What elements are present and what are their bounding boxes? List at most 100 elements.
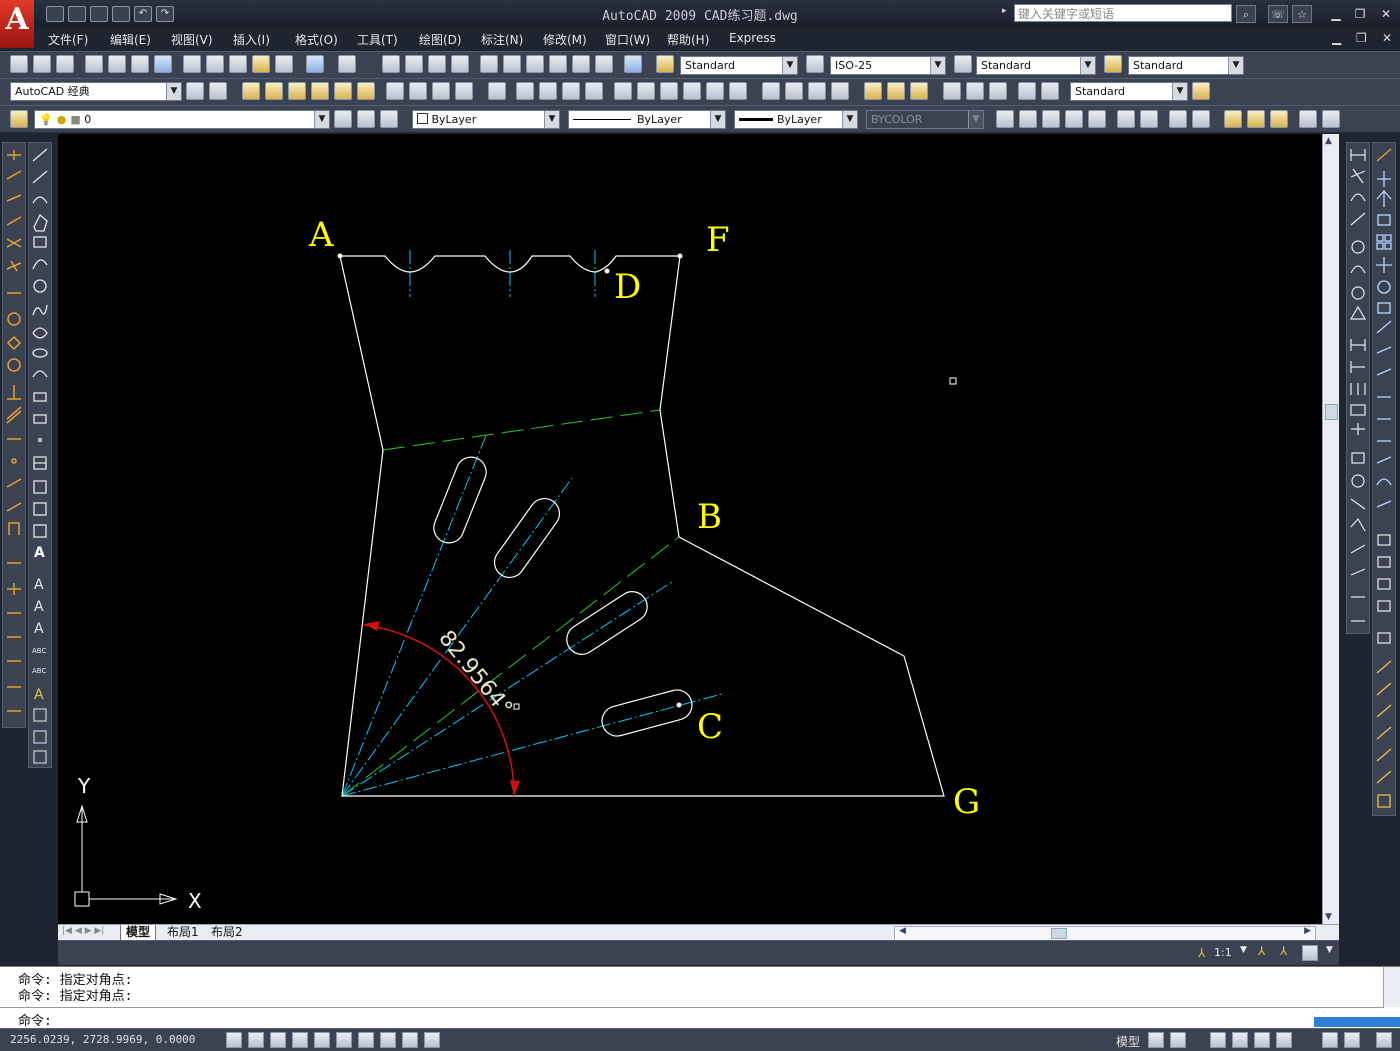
open-icon[interactable] (68, 6, 86, 22)
scroll-left-icon[interactable]: ◀ (899, 926, 906, 936)
layer-manager-icon[interactable] (10, 110, 28, 128)
annotation-scale-icon[interactable]: ⅄ (1198, 946, 1205, 960)
menu-insert[interactable]: 插入(I) (233, 31, 270, 48)
color-select[interactable]: ByLayer ▼ (412, 110, 560, 129)
lineweight-select[interactable]: ByLayer ▼ (734, 110, 858, 129)
plot-icon[interactable] (85, 55, 103, 73)
tab-layout2[interactable]: 布局2 (206, 925, 248, 940)
chevron-down-icon[interactable]: ▼ (1240, 945, 1247, 955)
save-file-icon[interactable] (56, 55, 74, 73)
region-icon[interactable] (729, 82, 747, 100)
layer-unlock-icon[interactable] (455, 82, 473, 100)
zoom-window-icon[interactable] (428, 55, 446, 73)
showmotion-icon[interactable] (1276, 1032, 1292, 1048)
save-icon[interactable] (90, 6, 108, 22)
ml-settings-icon[interactable] (1041, 82, 1059, 100)
layer-previous-tool-icon[interactable] (357, 110, 375, 128)
help-icon[interactable] (624, 55, 642, 73)
ml-style-icon[interactable] (1018, 82, 1036, 100)
send-under-icon[interactable] (1270, 110, 1288, 128)
lock-toolbar-icon[interactable] (1302, 945, 1318, 961)
app-menu-button[interactable]: A (0, 0, 34, 48)
command-input[interactable] (60, 1011, 1380, 1027)
text-front-icon[interactable] (1299, 110, 1317, 128)
boundary-icon[interactable] (706, 82, 724, 100)
zoom-in-icon[interactable] (1117, 110, 1135, 128)
tab-model[interactable]: 模型 (120, 925, 157, 941)
cut-icon[interactable] (183, 55, 201, 73)
drawing-canvas[interactable]: 82.9564° A F D B C G Y X (58, 134, 1322, 924)
leader-arrow-icon[interactable] (989, 82, 1007, 100)
redo-icon[interactable]: ↷ (156, 6, 174, 22)
coordinate-readout[interactable]: 2256.0239, 2728.9969, 0.0000 (10, 1033, 195, 1046)
scroll-right-icon[interactable]: ▶ (1304, 926, 1311, 936)
clip-viewport-icon[interactable] (785, 82, 803, 100)
command-scrollbar[interactable] (1383, 967, 1400, 1007)
layer-unisolate-icon[interactable] (357, 82, 375, 100)
qp-toggle[interactable] (424, 1032, 440, 1048)
undo-icon[interactable]: ↶ (134, 6, 152, 22)
linetype-select[interactable]: ByLayer ▼ (568, 110, 726, 129)
model-space-button[interactable]: 模型 (1116, 1033, 1140, 1050)
ducs-toggle[interactable] (358, 1032, 374, 1048)
new-icon[interactable] (46, 6, 64, 22)
tool-palettes-icon[interactable] (526, 55, 544, 73)
menu-window[interactable]: 窗口(W) (605, 31, 650, 48)
properties-icon[interactable] (480, 55, 498, 73)
zoom-dynamic-icon[interactable] (1042, 110, 1060, 128)
zoom-extents-icon[interactable] (1192, 110, 1210, 128)
zoom-all-icon[interactable] (1169, 110, 1187, 128)
menu-express[interactable]: Express (729, 31, 776, 45)
dim-front-icon[interactable] (1322, 110, 1340, 128)
layer-previous-icon[interactable] (288, 82, 306, 100)
multileader-style-icon[interactable] (1104, 55, 1122, 73)
design-center-icon[interactable] (503, 55, 521, 73)
group-icon[interactable] (488, 82, 506, 100)
draworder-icon[interactable] (1224, 110, 1242, 128)
otrack-toggle[interactable] (336, 1032, 352, 1048)
bring-above-icon[interactable] (1247, 110, 1265, 128)
dim-style-icon[interactable] (806, 55, 824, 73)
gradient-icon[interactable] (683, 82, 701, 100)
3d-dwf-icon[interactable] (154, 55, 172, 73)
drawing-svg[interactable]: 82.9564° A F D B C G Y X (58, 134, 1322, 924)
collect-leader-icon[interactable] (966, 82, 984, 100)
menu-dimension[interactable]: 标注(N) (481, 31, 523, 48)
layer-states-icon[interactable] (311, 82, 329, 100)
menu-tools[interactable]: 工具(T) (357, 31, 398, 48)
print-icon[interactable] (112, 6, 130, 22)
layer-isolate-icon[interactable] (334, 82, 352, 100)
save-workspace-icon[interactable] (209, 82, 227, 100)
publish-icon[interactable] (131, 55, 149, 73)
search-icon[interactable]: ⌕ (1236, 5, 1256, 23)
toolbar-lock-icon[interactable] (1344, 1032, 1360, 1048)
zoom-realtime-icon[interactable] (405, 55, 423, 73)
menu-modify[interactable]: 修改(M) (543, 31, 587, 48)
text-style-icon[interactable] (656, 55, 674, 73)
grid-toggle[interactable] (248, 1032, 264, 1048)
annotation-scale-value[interactable]: 1:1 (1214, 946, 1232, 959)
menu-draw[interactable]: 绘图(D) (419, 31, 462, 48)
text-style-select[interactable]: Standard ▼ (680, 56, 798, 75)
table-icon[interactable] (614, 82, 632, 100)
ml-style-manager-icon[interactable] (1192, 82, 1210, 100)
status-menu-icon[interactable]: ▼ (1326, 945, 1333, 955)
search-expand-icon[interactable]: ▸ (1002, 6, 1007, 16)
auto-scale-icon[interactable]: ⅄ (1280, 944, 1287, 958)
multileader-icon[interactable] (864, 82, 882, 100)
paste-icon[interactable] (229, 55, 247, 73)
menu-file[interactable]: 文件(F) (48, 31, 88, 48)
zoom-previous-icon[interactable] (451, 55, 469, 73)
tab-nav-first-icon[interactable]: |◀ ◀ ▶ ▶| (62, 926, 104, 936)
zoom-scale-icon[interactable] (1065, 110, 1083, 128)
ml-style-select[interactable]: Standard ▼ (1070, 82, 1188, 101)
layer-walk-icon[interactable] (380, 110, 398, 128)
vscroll-thumb[interactable] (1325, 404, 1338, 420)
convert-viewport-icon[interactable] (831, 82, 849, 100)
insert-block-icon[interactable] (516, 82, 534, 100)
undo-tool-icon[interactable] (306, 55, 324, 73)
menu-help[interactable]: 帮助(H) (667, 31, 709, 48)
dyn-toggle[interactable] (380, 1032, 396, 1048)
zoom-realtime2-icon[interactable] (996, 110, 1014, 128)
redo-tool-icon[interactable] (338, 55, 356, 73)
